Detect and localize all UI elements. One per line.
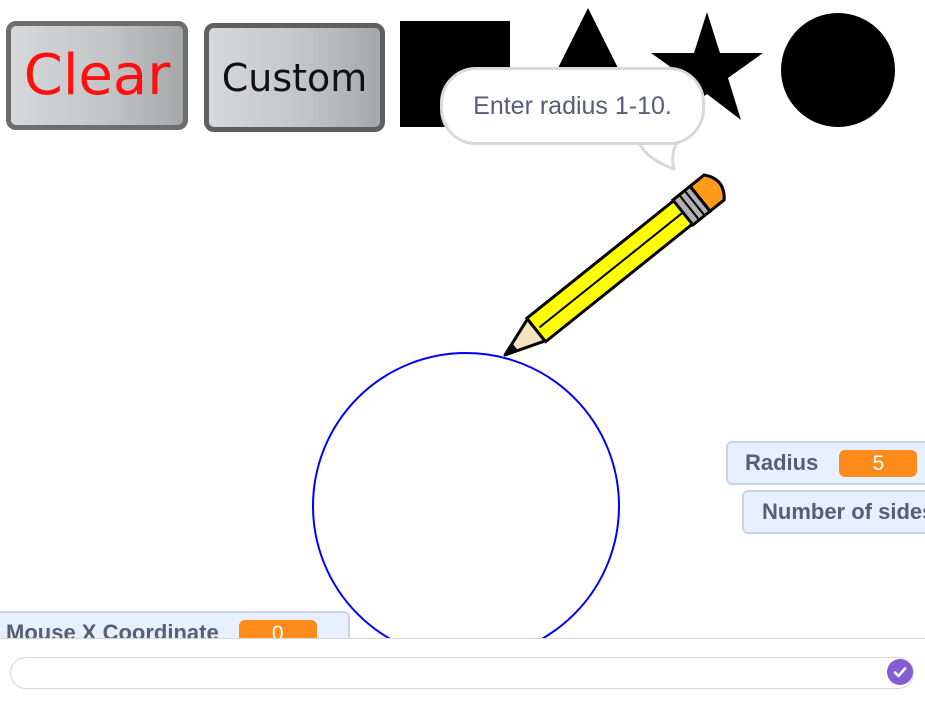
mouse-x-monitor[interactable]: Mouse X Coordinate 0 xyxy=(0,611,350,638)
radius-monitor[interactable]: Radius 5 xyxy=(726,441,925,485)
answer-input[interactable] xyxy=(10,657,914,689)
custom-button-label: Custom xyxy=(221,55,368,100)
pencil-sprite[interactable] xyxy=(495,150,745,365)
stage: Clear Custom Enter radius 1-10. Radius 5… xyxy=(0,0,925,638)
answer-bar xyxy=(0,638,925,706)
clear-button-label: Clear xyxy=(23,43,171,108)
mouse-x-monitor-value: 0 xyxy=(238,619,317,638)
sides-monitor-label: Number of sides xyxy=(762,499,925,524)
custom-button[interactable]: Custom xyxy=(204,23,385,132)
mouse-x-monitor-label: Mouse X Coordinate xyxy=(6,620,219,638)
radius-monitor-value: 5 xyxy=(839,449,918,477)
checkmark-icon xyxy=(893,667,907,678)
circle-shape-icon[interactable] xyxy=(781,13,895,127)
speech-bubble-text: Enter radius 1-10. xyxy=(473,91,672,120)
sides-monitor[interactable]: Number of sides xyxy=(742,490,925,534)
speech-bubble: Enter radius 1-10. xyxy=(440,67,705,145)
drawn-circle xyxy=(312,352,620,638)
radius-monitor-label: Radius xyxy=(745,450,819,475)
clear-button[interactable]: Clear xyxy=(6,21,188,130)
submit-answer-button[interactable] xyxy=(887,659,913,685)
